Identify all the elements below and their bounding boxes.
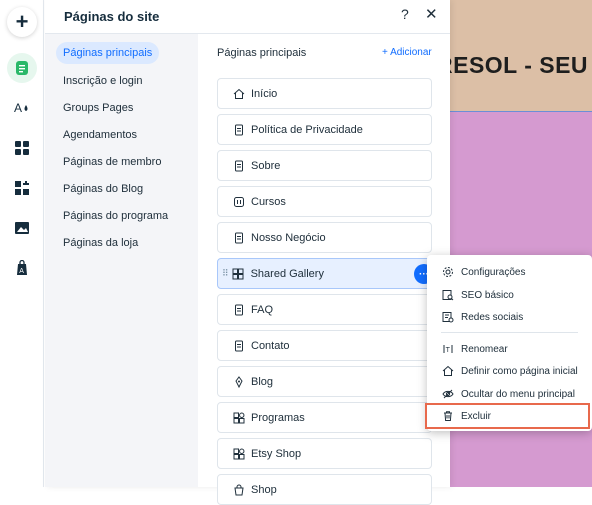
page-label: Contato [251, 339, 290, 352]
home-icon [232, 87, 245, 100]
page-item-nosso-negocio[interactable]: Nosso Negócio [217, 222, 432, 253]
image-icon [15, 222, 29, 234]
page-icon [232, 339, 245, 352]
site-pages-panel: Páginas do site ? ✕ Páginas principais I… [45, 0, 450, 505]
menu-item-delete[interactable]: Excluir [425, 403, 590, 429]
pages-list: Páginas principais + Adicionar Início Po… [198, 34, 450, 505]
category-blog-pages[interactable]: Páginas do Blog [63, 183, 143, 195]
menu-item-rename[interactable]: T Renomear [427, 338, 592, 360]
page-label: Nosso Negócio [251, 231, 326, 244]
apps-button[interactable] [7, 133, 37, 163]
apps-icon [232, 411, 245, 424]
course-icon [232, 195, 245, 208]
menu-item-label: Ocultar do menu principal [461, 388, 575, 400]
menu-item-social[interactable]: Redes sociais [427, 306, 592, 328]
apps-icon [232, 447, 245, 460]
bag-icon: A [17, 260, 27, 275]
media-button[interactable] [7, 213, 37, 243]
home-icon [441, 365, 454, 378]
page-label: Shop [251, 483, 277, 496]
menu-item-seo[interactable]: SEO básico [427, 284, 592, 306]
canvas-header-section: RESOL - SEU P [436, 0, 592, 112]
page-label: Shared Gallery [250, 267, 324, 280]
list-title: Páginas principais [217, 47, 307, 59]
drag-handle-icon[interactable]: ⠿ [222, 268, 229, 279]
page-label: FAQ [251, 303, 274, 316]
category-member-pages[interactable]: Páginas de membro [63, 156, 161, 168]
menu-item-hide-from-menu[interactable]: Ocultar do menu principal [427, 383, 592, 405]
svg-text:A: A [19, 268, 24, 275]
close-button[interactable]: ✕ [425, 5, 438, 23]
business-button[interactable]: A [7, 253, 37, 283]
help-button[interactable]: ? [401, 6, 409, 22]
page-label: Política de Privacidade [251, 123, 363, 136]
page-label: Sobre [251, 159, 281, 172]
svg-text:T: T [445, 347, 450, 354]
menu-item-label: Definir como página inicial [461, 365, 578, 377]
page-item-programas[interactable]: Programas [217, 402, 432, 433]
menu-item-label: Excluir [461, 410, 492, 422]
page-item-shared-gallery[interactable]: ⠿ Shared Gallery ··· [217, 258, 434, 289]
page-item-blog[interactable]: Blog [217, 366, 432, 397]
gear-icon [441, 266, 454, 279]
puzzle-icon [15, 181, 29, 195]
page-item-privacy[interactable]: Política de Privacidade [217, 114, 432, 145]
page-item-faq[interactable]: FAQ [217, 294, 432, 325]
category-store-pages[interactable]: Páginas da loja [63, 237, 138, 249]
menu-item-label: Configurações [461, 266, 526, 278]
pen-icon [232, 375, 245, 388]
page-label: Etsy Shop [251, 447, 302, 460]
panel-title: Páginas do site [64, 9, 160, 24]
page-item-sobre[interactable]: Sobre [217, 150, 432, 181]
trash-icon [441, 410, 454, 423]
svg-text:A: A [14, 101, 22, 115]
pages-icon [16, 61, 28, 75]
tool-rail: + A A [0, 0, 44, 487]
menu-divider [441, 332, 578, 333]
theme-icon: A [14, 101, 28, 115]
pages-menu-button[interactable] [7, 53, 37, 83]
add-apps-button[interactable] [7, 173, 37, 203]
menu-item-label: Renomear [461, 343, 508, 355]
page-label: Blog [251, 375, 274, 388]
page-item-etsy-shop[interactable]: Etsy Shop [217, 438, 432, 469]
page-icon [232, 303, 245, 316]
eye-hidden-icon [441, 388, 454, 401]
page-label: Início [251, 87, 278, 100]
grid-icon [15, 141, 29, 155]
page-categories: Páginas principais Inscrição e login Gro… [45, 34, 198, 487]
rename-icon: T [441, 343, 454, 356]
page-icon [232, 159, 245, 172]
menu-item-label: SEO básico [461, 289, 514, 301]
page-label: Programas [251, 411, 305, 424]
category-signup-login[interactable]: Inscrição e login [63, 75, 143, 87]
gallery-icon [232, 267, 245, 280]
page-label: Cursos [251, 195, 286, 208]
design-button[interactable]: A [7, 92, 37, 122]
menu-item-settings[interactable]: Configurações [427, 261, 592, 283]
menu-item-label: Redes sociais [461, 311, 524, 323]
category-main-pages[interactable]: Páginas principais [56, 42, 160, 64]
page-context-menu: Configurações SEO básico Redes sociais T… [425, 255, 592, 431]
add-elements-button[interactable]: + [7, 7, 37, 37]
page-icon [232, 231, 245, 244]
category-groups-pages[interactable]: Groups Pages [63, 102, 133, 114]
page-item-inicio[interactable]: Início [217, 78, 432, 109]
page-icon [232, 123, 245, 136]
shop-icon [232, 483, 245, 496]
page-item-cursos[interactable]: Cursos [217, 186, 432, 217]
add-page-button[interactable]: + Adicionar [382, 47, 432, 58]
category-program-pages[interactable]: Páginas do programa [63, 210, 168, 222]
social-share-icon [441, 311, 454, 324]
page-item-shop[interactable]: Shop [217, 474, 432, 505]
seo-icon [441, 289, 454, 302]
category-bookings[interactable]: Agendamentos [63, 129, 137, 141]
canvas-heading: RESOL - SEU P [436, 52, 592, 78]
menu-item-set-homepage[interactable]: Definir como página inicial [427, 360, 592, 382]
page-item-contato[interactable]: Contato [217, 330, 432, 361]
